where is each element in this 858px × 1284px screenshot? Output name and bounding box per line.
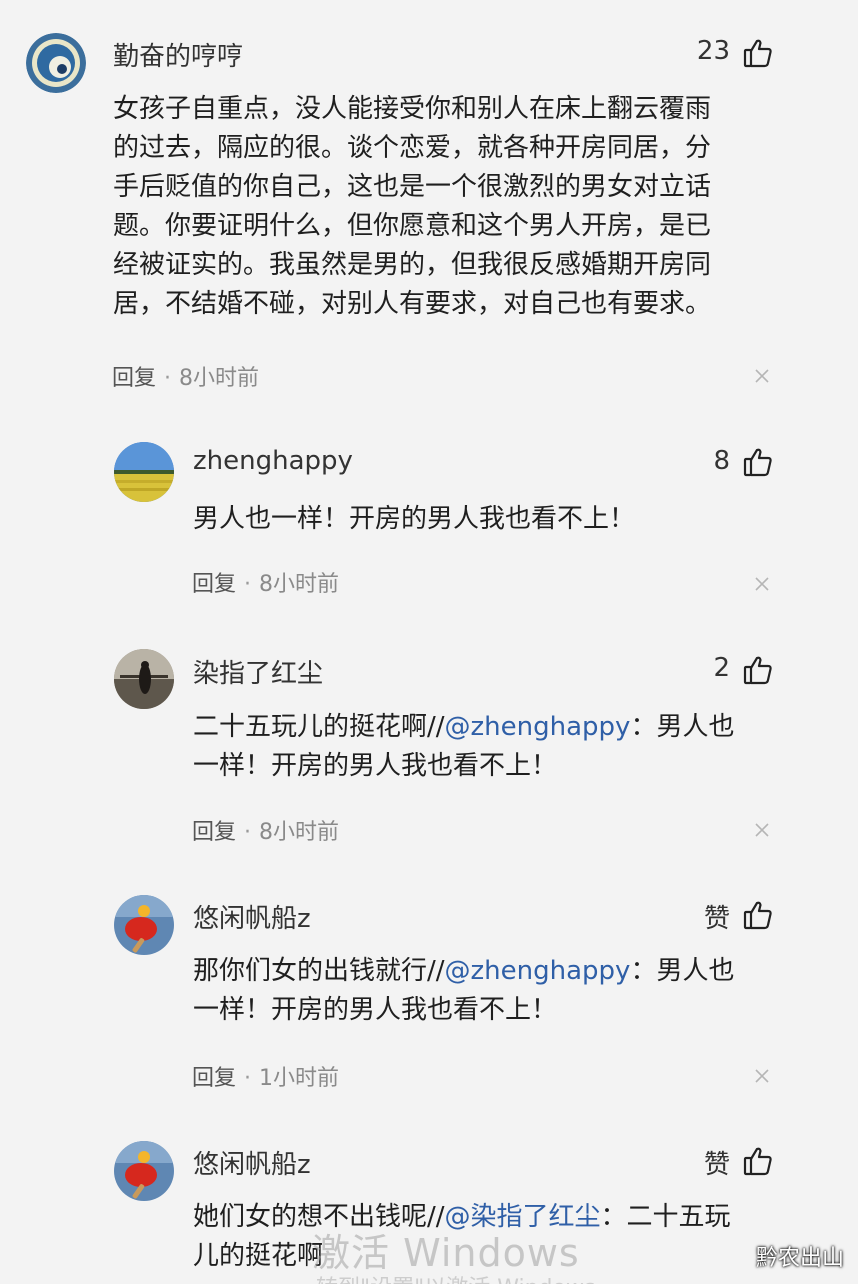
username[interactable]: 悠闲帆船z [193,898,311,935]
username[interactable]: zhenghappy [193,446,353,476]
text-line: 手后贬值的你自己，这也是一个很激烈的男女对立话 [113,172,712,202]
text-line: 女孩子自重点，没人能接受你和别人在床上翻云覆雨 [113,94,712,124]
comment-meta: 回复 · 8小时前 [192,566,339,598]
text-line: 一样！开房的男人我也看不上！ [193,751,558,781]
thumbs-up-icon[interactable] [742,1145,774,1177]
reply-button[interactable]: 回复 [112,366,156,391]
thumbs-up-icon[interactable] [742,899,774,931]
like-count: 2 [713,653,730,683]
text-fragment: ：男人也 [630,712,735,742]
username[interactable]: 染指了红尘 [193,653,323,690]
comment-meta: 回复 · 8小时前 [112,360,259,392]
username[interactable]: 悠闲帆船z [193,1144,311,1181]
thumbs-up-icon[interactable] [742,446,774,478]
mention-link[interactable]: @zhenghappy [445,956,631,986]
username[interactable]: 勤奋的哼哼 [113,36,243,73]
comment-text: 女孩子自重点，没人能接受你和别人在床上翻云覆雨 的过去，隔应的很。谈个恋爱，就各… [113,90,793,324]
avatar[interactable] [114,1141,174,1201]
text-line: 居，不结婚不碰，对别人有要求，对自己也有要求。 [113,289,712,319]
avatar[interactable] [26,33,86,93]
reply-button[interactable]: 回复 [192,820,236,845]
timestamp: 1小时前 [259,1066,340,1091]
separator-dot: · [244,820,252,845]
text-line: 的过去，隔应的很。谈个恋爱，就各种开房同居，分 [113,133,712,163]
avatar[interactable] [114,649,174,709]
text-fragment: ：男人也 [630,956,735,986]
site-watermark: 黔农出山 [755,1246,844,1271]
close-icon[interactable] [754,368,770,384]
reply-button[interactable]: 回复 [192,572,236,597]
mention-link[interactable]: @zhenghappy [445,712,631,742]
comment-meta: 回复 · 1小时前 [192,1060,339,1092]
text-fragment: 二十五玩儿的挺花啊// [193,712,445,742]
thumbs-up-icon[interactable] [742,654,774,686]
like-count: 23 [696,36,730,66]
text-line: 题。你要证明什么，但你愿意和这个男人开房，是已 [113,211,712,241]
text-fragment: ：二十五玩 [600,1202,731,1232]
close-icon[interactable] [754,1068,770,1084]
text-line: 经被证实的。我虽然是男的，但我很反感婚期开房同 [113,250,712,280]
text-line: 一样！开房的男人我也看不上！ [193,995,558,1025]
like-label: 赞 [703,1150,730,1180]
comment-text: 男人也一样！开房的男人我也看不上！ [193,500,793,539]
separator-dot: · [244,1066,252,1091]
like-count: 8 [713,446,730,476]
windows-activation-watermark: 激活 Windows [312,1231,580,1275]
like-label: 赞 [703,904,730,934]
timestamp: 8小时前 [179,366,260,391]
comment-text: 那你们女的出钱就行//@zhenghappy：男人也 一样！开房的男人我也看不上… [193,952,793,1030]
close-icon[interactable] [754,576,770,592]
close-icon[interactable] [754,822,770,838]
text-line: 那你们女的出钱就行//@zhenghappy：男人也 [193,952,793,991]
separator-dot: · [164,366,172,391]
thumbs-up-icon[interactable] [742,37,774,69]
comment-thread: 勤奋的哼哼 23 女孩子自重点，没人能接受你和别人在床上翻云覆雨 的过去，隔应的… [0,0,858,1284]
separator-dot: · [244,572,252,597]
text-fragment: 那你们女的出钱就行// [193,956,445,986]
comment-meta: 回复 · 8小时前 [192,814,339,846]
avatar[interactable] [114,895,174,955]
comment-text: 二十五玩儿的挺花啊//@zhenghappy：男人也 一样！开房的男人我也看不上… [193,708,793,786]
text-line: 男人也一样！开房的男人我也看不上！ [193,504,636,534]
windows-activation-hint: 转到"设置"以激活 Windows [316,1270,595,1284]
avatar[interactable] [114,442,174,502]
text-line: 二十五玩儿的挺花啊//@zhenghappy：男人也 [193,708,793,747]
timestamp: 8小时前 [259,820,340,845]
reply-button[interactable]: 回复 [192,1066,236,1091]
timestamp: 8小时前 [259,572,340,597]
